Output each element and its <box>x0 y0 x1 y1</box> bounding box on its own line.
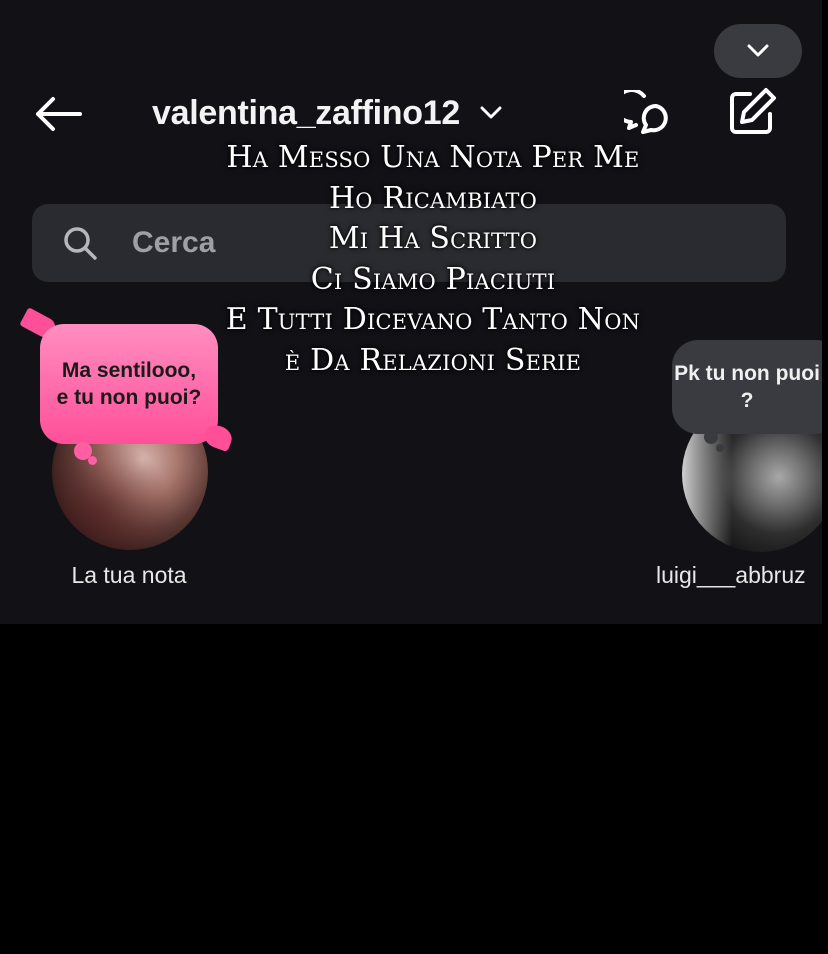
compose-button[interactable] <box>722 84 782 140</box>
caption-line: è Da Relazioni Serie <box>284 342 582 378</box>
username-label: valentina_zaffino12 <box>152 93 460 132</box>
note-bubble-tail <box>704 430 718 444</box>
compose-icon <box>730 88 776 134</box>
caption-line: Mi Ha Scritto <box>328 221 538 256</box>
chevron-down-icon <box>480 106 502 119</box>
chevron-down-icon <box>747 44 769 57</box>
threads-icon <box>624 90 668 134</box>
overlay-caption: Ha Messo Una Nota Per Me Ho Ricambiato M… <box>170 138 696 381</box>
account-switcher[interactable]: valentina_zaffino12 <box>152 90 502 136</box>
screen-edge <box>822 0 828 624</box>
note-owner-label: luigi___abbruz <box>656 562 806 588</box>
messages-screen: valentina_zaffino12 Cerca Ma sentilooo, … <box>0 0 828 624</box>
threads-button[interactable] <box>620 86 680 142</box>
search-icon <box>62 223 102 263</box>
note-owner-label: La tua nota <box>71 562 187 588</box>
caption-line: Ho Ricambiato <box>328 180 538 216</box>
arrow-left-icon <box>36 97 82 131</box>
note-bubble-tail <box>716 444 724 452</box>
collapse-button[interactable] <box>714 24 802 78</box>
note-bubble-tail <box>88 456 97 465</box>
caption-line: E Tutti Dicevano Tanto Non <box>225 302 641 337</box>
caption-line: Ci Siamo Piaciuti <box>310 261 556 297</box>
caption-line: Ha Messo Una Nota Per Me <box>226 140 640 175</box>
back-button[interactable] <box>28 86 88 142</box>
